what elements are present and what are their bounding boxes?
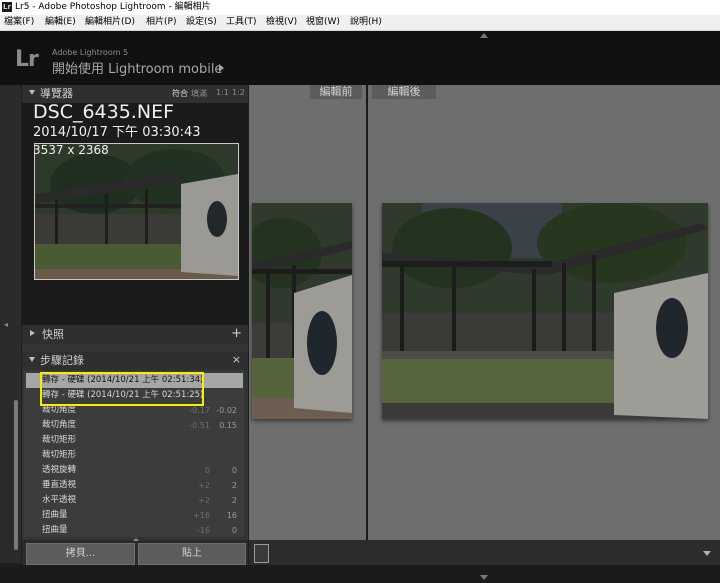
history-item-before: -16 xyxy=(196,526,210,535)
annotation-highlight xyxy=(40,372,204,406)
menu-edit[interactable]: 編輯(E) xyxy=(45,16,76,29)
after-image[interactable] xyxy=(382,203,708,419)
expand-triangle-icon xyxy=(30,330,38,336)
menu-develop[interactable]: 編輯相片(D) xyxy=(85,16,135,29)
zoom-fill-option[interactable]: 填滿 xyxy=(191,88,207,99)
history-item-after: 2 xyxy=(231,481,237,490)
menu-photo[interactable]: 相片(P) xyxy=(146,16,176,29)
history-item-after: 0 xyxy=(231,466,237,475)
snapshots-header[interactable]: 快照 + xyxy=(22,326,248,344)
history-item-label: 裁切角度 xyxy=(42,420,77,430)
after-label: 編輯後 xyxy=(372,85,436,99)
after-photo xyxy=(382,203,708,419)
history-item[interactable]: 垂直透視 +2 2 xyxy=(26,478,243,493)
filmstrip-bar xyxy=(0,565,720,583)
history-item[interactable]: 裁切角度 -0.51 0.15 xyxy=(26,418,243,433)
photo-dimensions: 3537 x 2368 xyxy=(33,143,109,157)
navigator-preview-image xyxy=(35,144,238,279)
copy-settings-button[interactable]: 拷貝... xyxy=(26,543,135,565)
app-icon: Lr xyxy=(2,2,12,12)
history-item-after: 0 xyxy=(231,526,237,535)
history-item[interactable]: 裁切矩形 xyxy=(26,433,243,448)
menu-view[interactable]: 檢視(V) xyxy=(266,16,297,29)
history-item-after: 2 xyxy=(231,496,237,505)
paste-settings-button[interactable]: 貼上 xyxy=(138,543,246,565)
lightroom-logo: Lr xyxy=(15,47,39,72)
play-arrow-icon[interactable] xyxy=(219,64,224,72)
before-label: 編輯前 xyxy=(310,85,362,99)
top-panel-toggle-icon[interactable] xyxy=(480,33,488,38)
zoom-fit-option[interactable]: 符合 xyxy=(172,88,188,99)
plus-icon[interactable]: + xyxy=(231,326,242,341)
toolbar xyxy=(249,540,720,565)
history-item[interactable]: 透視旋轉 0 0 xyxy=(26,463,243,478)
history-item[interactable]: 扭曲量 +16 16 xyxy=(26,508,243,523)
zoom-1-1-option[interactable]: 1:1 xyxy=(216,88,229,97)
history-item-label: 水平透視 xyxy=(42,495,77,505)
left-panel-toggle-icon[interactable]: ◂ xyxy=(4,320,8,329)
navigator-preview[interactable] xyxy=(34,143,239,280)
history-header[interactable]: 步驟記錄 × xyxy=(22,352,248,370)
zoom-1-2-option[interactable]: 1:2 xyxy=(232,88,245,97)
history-item-before: -0.51 xyxy=(189,421,210,430)
history-item[interactable]: 裁切矩形 xyxy=(26,448,243,463)
menu-bar: 檔案(F) 編輯(E) 編輯相片(D) 相片(P) 設定(S) 工具(T) 檢視… xyxy=(0,15,720,31)
panel-scrollbar[interactable] xyxy=(14,400,18,550)
history-item-label: 扭曲量 xyxy=(42,510,68,520)
before-after-view-icon[interactable] xyxy=(254,544,269,563)
menu-file[interactable]: 檔案(F) xyxy=(4,16,34,29)
history-item-after: -0.02 xyxy=(216,406,237,415)
mobile-link[interactable]: 開始使用 Lightroom mobile xyxy=(52,58,222,77)
close-icon[interactable]: × xyxy=(232,353,241,366)
history-item[interactable]: 水平透視 +2 2 xyxy=(26,493,243,508)
history-item-after: 0.15 xyxy=(219,421,237,430)
navigator-title: 導覽器 xyxy=(40,87,73,100)
product-name: Adobe Lightroom 5 xyxy=(52,48,129,57)
history-item-before: +2 xyxy=(198,496,210,505)
history-item-label: 扭曲量 xyxy=(42,525,68,535)
before-image[interactable] xyxy=(252,203,352,419)
photo-filename: DSC_6435.NEF xyxy=(33,101,174,123)
panel-resize-icon[interactable] xyxy=(133,538,139,541)
snapshots-title: 快照 xyxy=(42,328,64,341)
history-item-label: 裁切矩形 xyxy=(42,450,77,460)
collapse-triangle-icon xyxy=(29,90,35,95)
photo-capture-date: 2014/10/17 下午 03:30:43 xyxy=(33,125,201,140)
history-item-label: 透視旋轉 xyxy=(42,465,77,475)
filmstrip-toggle-icon[interactable] xyxy=(480,575,488,580)
menu-tools[interactable]: 工具(T) xyxy=(226,16,257,29)
before-after-divider xyxy=(366,85,368,540)
menu-help[interactable]: 說明(H) xyxy=(350,16,382,29)
history-item-before: +2 xyxy=(198,481,210,490)
history-title: 步驟記錄 xyxy=(40,354,84,367)
history-item-label: 垂直透視 xyxy=(42,480,77,490)
window-title: Lr5 - Adobe Photoshop Lightroom - 編輯相片 xyxy=(15,2,211,12)
menu-window[interactable]: 視窗(W) xyxy=(306,16,340,29)
toolbar-menu-chevron-icon[interactable] xyxy=(703,551,711,556)
before-photo xyxy=(252,203,352,419)
history-item-after: 16 xyxy=(226,511,237,520)
history-item-before: +16 xyxy=(193,511,210,520)
history-item-before: 0 xyxy=(204,466,210,475)
menu-settings[interactable]: 設定(S) xyxy=(186,16,217,29)
history-item[interactable]: 扭曲量 -16 0 xyxy=(26,523,243,538)
collapse-triangle-icon xyxy=(29,357,35,362)
history-item-label: 裁切矩形 xyxy=(42,435,77,445)
